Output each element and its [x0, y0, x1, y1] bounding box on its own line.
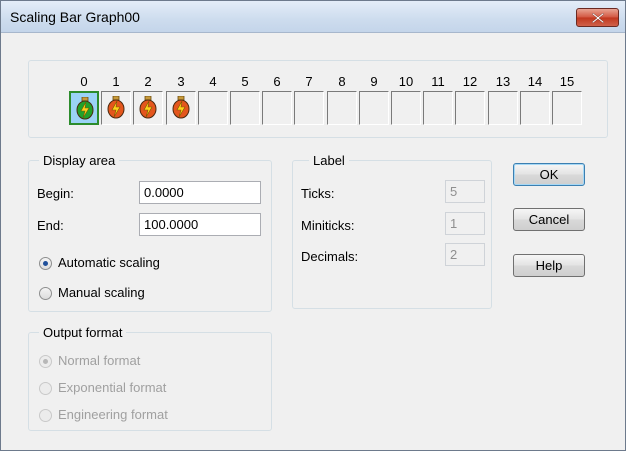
end-label: End:	[37, 218, 64, 233]
bar-slot[interactable]	[101, 91, 131, 125]
bar-slot[interactable]	[455, 91, 485, 125]
bar-slot[interactable]	[520, 91, 550, 125]
normal-format-label: Normal format	[58, 353, 141, 368]
bar-slot[interactable]	[552, 91, 582, 125]
miniticks-field: 1	[445, 212, 485, 235]
slot-label: 5	[241, 74, 249, 89]
end-field[interactable]: 100.0000	[139, 213, 261, 236]
close-icon	[591, 12, 604, 23]
red-bolt-icon	[139, 96, 157, 119]
slot-label: 7	[305, 74, 313, 89]
output-format-group: Output format Normal format Exponential …	[28, 325, 272, 431]
bar-graph-slots: 0 1 2 3 4 5 6 7 8 9 10 11 12 13 14 15	[28, 60, 608, 138]
slot-label: 0	[80, 74, 88, 89]
label-group: Label Ticks: 5 Miniticks: 1 Decimals: 2	[292, 153, 492, 309]
help-button[interactable]: Help	[513, 254, 585, 277]
ticks-label: Ticks:	[301, 186, 335, 201]
cancel-button[interactable]: Cancel	[513, 208, 585, 231]
label-group-title: Label	[309, 153, 349, 168]
engineering-format-label: Engineering format	[58, 407, 168, 422]
slot-label: 6	[273, 74, 281, 89]
output-format-title: Output format	[39, 325, 127, 340]
slot-label: 1	[112, 74, 120, 89]
display-area-group: Display area Begin: 0.0000 End: 100.0000…	[28, 153, 272, 312]
miniticks-label: Miniticks:	[301, 218, 355, 233]
slot-label: 10	[398, 74, 414, 89]
ok-button[interactable]: OK	[513, 163, 585, 186]
slot-label: 15	[559, 74, 575, 89]
red-bolt-icon	[172, 96, 190, 119]
title-bar[interactable]: Scaling Bar Graph00	[1, 1, 625, 33]
auto-scaling-radio[interactable]	[39, 257, 52, 270]
exponential-format-radio	[39, 382, 52, 395]
decimals-label: Decimals:	[301, 249, 359, 264]
normal-format-radio	[39, 355, 52, 368]
bar-slot[interactable]	[423, 91, 453, 125]
slot-label: 4	[209, 74, 217, 89]
bar-slot[interactable]	[391, 91, 421, 125]
red-bolt-icon	[107, 96, 125, 119]
slot-label: 8	[338, 74, 346, 89]
dialog-client-area: 0 1 2 3 4 5 6 7 8 9 10 11 12 13 14 15 Display area Begi…	[2, 34, 624, 450]
slot-label: 2	[144, 74, 152, 89]
bar-slot[interactable]	[133, 91, 163, 125]
bar-slot[interactable]	[488, 91, 518, 125]
manual-scaling-radio[interactable]	[39, 287, 52, 300]
green-bolt-icon	[76, 97, 94, 120]
bar-slot[interactable]	[69, 91, 99, 125]
slot-label: 11	[431, 74, 445, 89]
exponential-format-label: Exponential format	[58, 380, 167, 395]
decimals-field: 2	[445, 243, 485, 266]
manual-scaling-label[interactable]: Manual scaling	[58, 285, 145, 300]
slot-label: 12	[462, 74, 478, 89]
engineering-format-radio	[39, 409, 52, 422]
begin-label: Begin:	[37, 186, 74, 201]
slot-label: 9	[370, 74, 378, 89]
auto-scaling-label[interactable]: Automatic scaling	[58, 255, 160, 270]
close-button[interactable]	[576, 8, 619, 27]
bar-slot[interactable]	[327, 91, 357, 125]
bar-slot[interactable]	[198, 91, 228, 125]
bar-slot[interactable]	[294, 91, 324, 125]
window-title: Scaling Bar Graph00	[10, 9, 140, 25]
bar-slot[interactable]	[230, 91, 260, 125]
slot-label: 13	[495, 74, 511, 89]
dialog-window: Scaling Bar Graph00 0 1 2 3 4 5 6 7 8 9 10 11 12 13 14…	[0, 0, 626, 451]
bar-slot[interactable]	[166, 91, 196, 125]
bar-slot[interactable]	[359, 91, 389, 125]
display-area-title: Display area	[39, 153, 120, 168]
ticks-field: 5	[445, 180, 485, 203]
slot-label: 14	[527, 74, 543, 89]
begin-field[interactable]: 0.0000	[139, 181, 261, 204]
slot-label: 3	[177, 74, 185, 89]
bar-slot[interactable]	[262, 91, 292, 125]
